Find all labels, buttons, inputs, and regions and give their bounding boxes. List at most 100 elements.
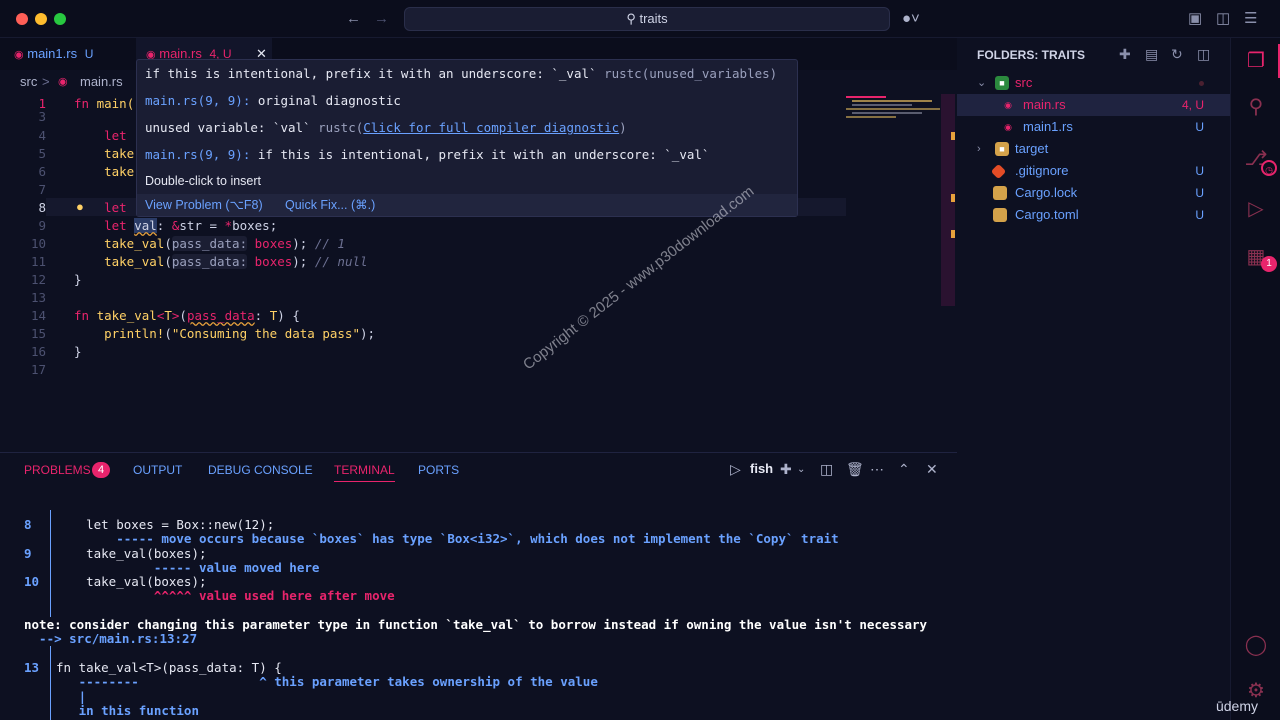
more-actions-icon[interactable]: ⋯ — [870, 461, 884, 478]
terminal-line: fn take_val<T>(pass_data: T) { — [56, 660, 282, 675]
tree-item-gitignore[interactable]: .gitignore U — [957, 160, 1230, 182]
diagnostic-location-link[interactable]: main.rs(9, 9): — [145, 147, 250, 162]
explorer-sidebar: FOLDERS: TRAITS ✚ ▤ ↻ ◫ ⌄ ■ src ◉ main.r… — [957, 38, 1230, 720]
problems-count-badge: 4 — [92, 462, 110, 478]
terminal-line: take_val(boxes); — [56, 574, 207, 589]
chevron-down-icon[interactable]: ⌄ — [797, 464, 805, 475]
breadcrumb-file[interactable]: main.rs — [80, 70, 123, 94]
tree-item-cargo-lock[interactable]: Cargo.lock U — [957, 182, 1230, 204]
line-number: 6 — [38, 164, 46, 179]
line-number: 9 — [38, 218, 46, 233]
tree-folder-src[interactable]: ⌄ ■ src — [957, 72, 1230, 94]
udemy-logo: ūdemy — [1215, 698, 1258, 714]
new-file-icon[interactable]: ✚ — [1119, 46, 1131, 63]
terminal-line: ----- move occurs because `boxes` has ty… — [56, 531, 839, 546]
terminal-line: ----- value moved here — [56, 560, 320, 575]
collapse-all-icon[interactable]: ◫ — [1197, 46, 1210, 63]
close-panel-icon[interactable]: ✕ — [926, 461, 938, 478]
tree-item-label: Cargo.lock — [1015, 185, 1078, 200]
gutter-bar — [50, 510, 51, 720]
tab-ports[interactable]: PORTS — [418, 463, 459, 477]
git-icon — [990, 163, 1007, 180]
gutter-line-number: 10 — [24, 574, 40, 589]
tree-folder-target[interactable]: › ■ target — [957, 138, 1230, 160]
line-number: 13 — [30, 290, 46, 305]
breadcrumb-separator: > — [42, 74, 50, 89]
quick-fix-button[interactable]: Quick Fix... (⌘.) — [285, 194, 375, 216]
line-number: 8 — [38, 200, 46, 215]
account-icon[interactable]: ◯ — [1243, 632, 1269, 658]
minimap[interactable] — [846, 94, 940, 124]
tree-item-status: U — [1195, 120, 1204, 134]
forward-arrow-icon[interactable]: → — [374, 9, 389, 29]
trash-icon[interactable]: 🗑 — [846, 461, 864, 478]
scm-clock-icon: ◷ — [1261, 160, 1277, 176]
activity-bar: ❐ ⚲ ⎇ ◷ ▷ ▦ 1 ◯ ⚙ — [1230, 38, 1280, 720]
hover-hint: Double-click to insert — [145, 174, 262, 188]
tab-status: U — [84, 47, 94, 61]
run-debug-icon[interactable]: ▷ — [1243, 196, 1269, 222]
view-problem-button[interactable]: View Problem (⌥F8) — [145, 194, 263, 216]
folder-icon: ■ — [995, 76, 1009, 90]
search-icon: ⚲ — [626, 11, 636, 26]
package-icon — [993, 186, 1007, 200]
tab-main1-rs[interactable]: ◉ main1.rs U — [14, 38, 136, 70]
search-icon[interactable]: ⚲ — [1243, 94, 1269, 120]
files-icon[interactable]: ❐ — [1243, 48, 1269, 74]
copilot-icon[interactable]: ●˅ — [902, 9, 920, 29]
tab-problems[interactable]: PROBLEMS — [24, 463, 91, 477]
line-number: 12 — [30, 272, 46, 287]
tree-item-label: .gitignore — [1015, 163, 1069, 178]
line-number: 7 — [38, 182, 46, 197]
diagnostic-hover-popup: if this is intentional, prefix it with a… — [136, 59, 798, 217]
line-number: 10 — [30, 236, 46, 251]
line-number: 14 — [30, 308, 46, 323]
layout-menu-icon[interactable]: ☰ — [1244, 9, 1257, 29]
terminal-line: ^^^^^ value used here after move — [56, 588, 395, 603]
line-number: 11 — [30, 254, 46, 269]
tab-output[interactable]: OUTPUT — [133, 463, 182, 477]
tree-item-cargo-toml[interactable]: Cargo.toml U — [957, 204, 1230, 226]
maximize-panel-icon[interactable]: ⌃ — [898, 461, 910, 478]
new-terminal-icon[interactable]: ✚ — [780, 461, 792, 478]
diagnostic-location-link[interactable]: main.rs(9, 9): — [145, 93, 250, 108]
tab-terminal[interactable]: TERMINAL — [334, 463, 395, 482]
refresh-icon[interactable]: ↻ — [1171, 46, 1183, 63]
command-center-text: traits — [639, 11, 668, 26]
terminal-note-line: note: consider changing this parameter t… — [24, 617, 934, 632]
terminal-line: let boxes = Box::new(12); — [56, 517, 275, 532]
customize-layout-icon[interactable]: ▣ — [1188, 9, 1202, 29]
command-center-search[interactable]: ⚲ traits — [404, 7, 890, 31]
package-icon — [993, 208, 1007, 222]
tab-label: main1.rs — [27, 46, 78, 61]
tree-item-label: target — [1015, 141, 1049, 156]
rust-file-icon: ◉ — [58, 76, 68, 88]
tree-item-main-rs[interactable]: ◉ main.rs 4, U — [957, 94, 1230, 116]
extensions-badge: 1 — [1261, 256, 1277, 272]
full-diagnostic-link[interactable]: Click for full compiler diagnostic — [363, 120, 619, 135]
zoom-window-button[interactable] — [54, 13, 66, 25]
terminal-line: in this function — [56, 703, 199, 718]
split-terminal-icon[interactable]: ◫ — [820, 461, 833, 478]
tree-item-main1-rs[interactable]: ◉ main1.rs U — [957, 116, 1230, 138]
hover-source: ) — [619, 120, 627, 135]
tab-debug-console[interactable]: DEBUG CONSOLE — [208, 463, 313, 477]
hover-source: rustc( — [318, 120, 364, 135]
tree-item-status: U — [1195, 164, 1204, 178]
line-number: 17 — [30, 362, 46, 377]
terminal-line: | — [56, 689, 87, 704]
minimize-window-button[interactable] — [35, 13, 47, 25]
editor-scrollbar[interactable] — [941, 94, 955, 306]
rust-file-icon: ◉ — [1004, 122, 1012, 132]
terminal-shell-label[interactable]: fish — [750, 461, 773, 476]
line-number: 16 — [30, 344, 46, 359]
rust-file-icon: ◉ — [14, 49, 24, 61]
close-window-button[interactable] — [16, 13, 28, 25]
folder-icon: ■ — [995, 142, 1009, 156]
back-arrow-icon[interactable]: ← — [346, 9, 361, 29]
breadcrumb-folder[interactable]: src — [20, 70, 37, 94]
tree-item-label: main.rs — [1023, 97, 1066, 112]
new-folder-icon[interactable]: ▤ — [1145, 46, 1158, 63]
hover-actions: View Problem (⌥F8) Quick Fix... (⌘.) — [137, 194, 797, 216]
toggle-sidebar-icon[interactable]: ◫ — [1216, 9, 1230, 29]
